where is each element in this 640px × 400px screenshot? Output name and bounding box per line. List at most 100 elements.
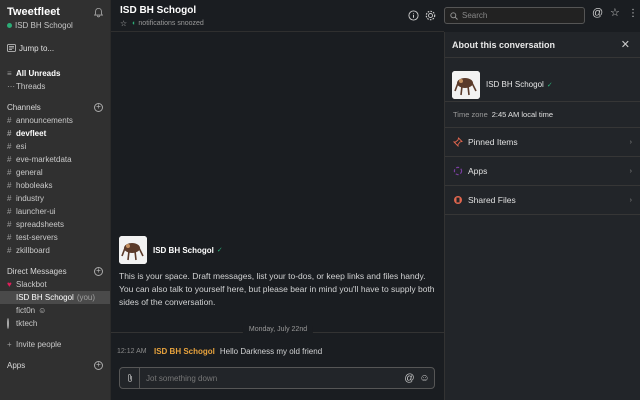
current-user-name: ISD BH Schogol (15, 20, 73, 30)
channel-label: spreadsheets (16, 220, 65, 229)
dm-label: ISD BH Schogol (16, 293, 74, 302)
hash-icon: # (7, 246, 12, 255)
add-channel-icon[interactable]: + (94, 102, 103, 112)
sidebar-item-channel[interactable]: # esi (0, 140, 110, 153)
channel-label: announcements (16, 116, 73, 125)
emoji-icon[interactable]: ☺ (419, 373, 430, 384)
pin-icon (452, 136, 464, 148)
sidebar-item-channel[interactable]: # launcher-ui (0, 205, 110, 218)
top-toolbar: @ ☆ ⋮ (408, 0, 640, 32)
sidebar-item-channel[interactable]: # test-servers (0, 231, 110, 244)
shared-files-row[interactable]: Shared Files › (445, 186, 640, 215)
file-icon (452, 194, 464, 206)
sidebar-item-channel[interactable]: # hoboleaks (0, 179, 110, 192)
sidebar-item-channel[interactable]: # spreadsheets (0, 218, 110, 231)
channel-title[interactable]: ISD BH Schogol (120, 5, 436, 16)
hash-icon: # (7, 207, 12, 216)
gear-icon[interactable] (425, 10, 436, 21)
channel-label: zkillboard (16, 246, 50, 255)
sidebar-item-channel[interactable]: # industry (0, 192, 110, 205)
invite-people-link[interactable]: + Invite people (0, 338, 110, 351)
conversation-pane: ISD BH Schogol ☆ ◐ notifications snoozed… (110, 0, 445, 400)
dm-header[interactable]: Direct Messages + (0, 264, 110, 278)
profile-name[interactable]: ISD BH Schogol ✓ (486, 80, 553, 89)
sidebar-item-channel[interactable]: # announcements (0, 114, 110, 127)
sidebar: Tweetfleet ISD BH Schogol Jump to... ≡ A… (0, 0, 110, 400)
avatar[interactable] (119, 236, 147, 264)
jump-to-button[interactable]: Jump to... (0, 41, 110, 55)
hash-icon: # (7, 168, 12, 177)
add-app-icon[interactable]: + (94, 360, 103, 370)
intro-name[interactable]: ISD BH Schogol ✓ (153, 246, 223, 255)
timezone-row: Time zone 2:45 AM local time (445, 102, 640, 128)
channel-label: industry (16, 194, 45, 203)
starred-icon[interactable]: ☆ (610, 8, 621, 19)
sidebar-item-channel[interactable]: # general (0, 166, 110, 179)
status-emoji-icon: ☺ (38, 306, 47, 315)
current-user[interactable]: ISD BH Schogol (0, 19, 110, 31)
sidebar-item-threads[interactable]: ⋯ Threads (0, 80, 110, 93)
day-divider-label: Monday, July 22nd (242, 326, 314, 333)
message-input[interactable] (140, 373, 404, 383)
hash-icon: # (7, 181, 12, 190)
sidebar-item-channel[interactable]: # devfleet (0, 127, 110, 140)
workspace-name[interactable]: Tweetfleet (7, 6, 93, 18)
avatar[interactable] (452, 70, 480, 99)
plus-icon: + (7, 340, 12, 349)
star-icon[interactable]: ☆ (120, 19, 127, 28)
channels-header[interactable]: Channels + (0, 100, 110, 114)
apps-row[interactable]: Apps › (445, 157, 640, 186)
message: 12:12 AM ISD BH Schogol Hello Darkness m… (117, 347, 322, 356)
sidebar-item-self-dm[interactable]: ISD BH Schogol (you) (0, 291, 110, 304)
intro-text: This is your space. Draft messages, list… (119, 271, 435, 307)
search-input[interactable] (462, 11, 582, 20)
sidebar-item-all-unreads[interactable]: ≡ All Unreads (0, 67, 110, 80)
hash-icon: # (7, 129, 12, 138)
sidebar-item-slackbot[interactable]: ♥ Slackbot (0, 278, 110, 291)
mention-icon[interactable]: @ (404, 373, 415, 384)
shared-files-label: Shared Files (468, 195, 516, 205)
message-time[interactable]: 12:12 AM (117, 348, 154, 355)
sidebar-item-channel[interactable]: # zkillboard (0, 244, 110, 257)
avatar-image (119, 236, 147, 264)
pinned-items-row[interactable]: Pinned Items › (445, 128, 640, 157)
message-author[interactable]: ISD BH Schogol (154, 347, 215, 356)
slackbot-heart-icon: ♥ (7, 280, 12, 289)
channel-label: devfleet (16, 129, 47, 138)
workspace-header[interactable]: Tweetfleet (0, 0, 110, 19)
threads-icon: ⋯ (7, 82, 15, 91)
hash-icon: # (7, 233, 12, 242)
channel-header: ISD BH Schogol ☆ ◐ notifications snoozed (111, 0, 444, 32)
sidebar-item-tktech[interactable]: tktech (0, 317, 110, 330)
intro-name-text: ISD BH Schogol (153, 245, 214, 255)
dm-header-label: Direct Messages (7, 266, 67, 276)
hash-icon: # (7, 194, 12, 203)
search-box[interactable] (444, 7, 585, 24)
search-icon (450, 11, 458, 20)
more-icon[interactable]: ⋮ (628, 8, 639, 19)
sidebar-item-channel[interactable]: # eve-marketdata (0, 153, 110, 166)
panel-profile: ISD BH Schogol ✓ (445, 58, 640, 102)
chevron-right-icon: › (629, 167, 632, 175)
apps-header[interactable]: Apps + (0, 358, 110, 372)
add-dm-icon[interactable]: + (94, 266, 103, 276)
attach-button[interactable] (120, 368, 140, 388)
invite-label: Invite people (16, 340, 62, 349)
jump-label: Jump to... (19, 43, 55, 53)
close-icon[interactable]: ✕ (621, 38, 630, 51)
message-composer: @ ☺ (119, 367, 435, 389)
mentions-icon[interactable]: @ (592, 8, 603, 19)
timezone-value: 2:45 AM local time (491, 110, 554, 119)
snooze-icon: ◐ (132, 20, 137, 27)
sidebar-item-fict0n[interactable]: fict0n ☺ (0, 304, 110, 317)
chevron-right-icon: › (629, 138, 632, 146)
bell-icon[interactable] (93, 7, 104, 18)
avatar-image (452, 70, 480, 99)
info-icon[interactable] (408, 10, 419, 21)
dm-label: Slackbot (16, 280, 47, 289)
notifications-status[interactable]: notifications snoozed (138, 20, 203, 27)
pinned-items-label: Pinned Items (468, 137, 518, 147)
chevron-right-icon: › (629, 196, 632, 204)
presence-away-icon (7, 318, 9, 329)
hash-icon: # (7, 116, 12, 125)
